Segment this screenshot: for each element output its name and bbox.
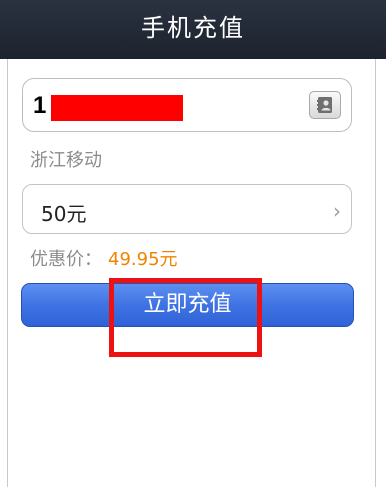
page-title: 手机充值 [141, 14, 245, 42]
contacts-icon [317, 97, 332, 113]
phone-number-input[interactable]: 1 [22, 78, 352, 132]
amount-select[interactable]: 50元 › [22, 184, 352, 234]
chevron-right-icon: › [333, 199, 341, 223]
contacts-button[interactable] [309, 91, 341, 119]
carrier-label: 浙江移动 [30, 150, 102, 171]
redaction-bar [51, 95, 183, 121]
app-header: 手机充值 [0, 0, 386, 59]
discount-row: 优惠价： 49.95元 [30, 245, 178, 271]
discount-price: 49.95元 [108, 249, 178, 270]
discount-label: 优惠价： [30, 249, 102, 270]
highlight-annotation-box [109, 278, 262, 357]
amount-value: 50元 [41, 202, 87, 226]
phone-number-value: 1 [33, 92, 48, 119]
